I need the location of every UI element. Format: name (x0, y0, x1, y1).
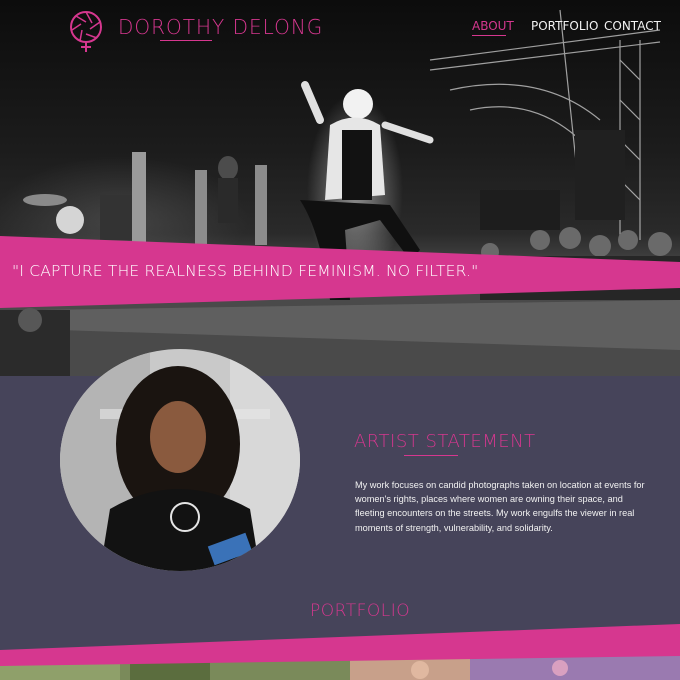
portfolio-heading[interactable]: PORTFOLIO (310, 601, 410, 623)
nav-link-portfolio[interactable]: PORTFOLIO (531, 19, 599, 37)
artist-statement-body: My work focuses on candid photographs ta… (355, 480, 645, 533)
active-nav-underline (472, 35, 506, 36)
artist-statement-title: ARTIST STATEMENT (354, 431, 536, 452)
site-title[interactable]: DOROTHY DELONG (118, 15, 323, 41)
hero-section: DOROTHY DELONG ABOUT PORTFOLIO CONTACT "… (0, 0, 680, 376)
camera-aperture-venus-icon[interactable] (66, 10, 106, 54)
statement-title-underline (404, 455, 458, 456)
artist-portrait (60, 349, 300, 571)
nav-link-contact[interactable]: CONTACT (604, 19, 661, 37)
hero-concert-photo (0, 9, 680, 376)
title-underline (160, 40, 212, 41)
hero-quote: "I CAPTURE THE REALNESS BEHIND FEMINISM.… (12, 262, 479, 280)
main-nav: ABOUT PORTFOLIO CONTACT (472, 19, 662, 39)
